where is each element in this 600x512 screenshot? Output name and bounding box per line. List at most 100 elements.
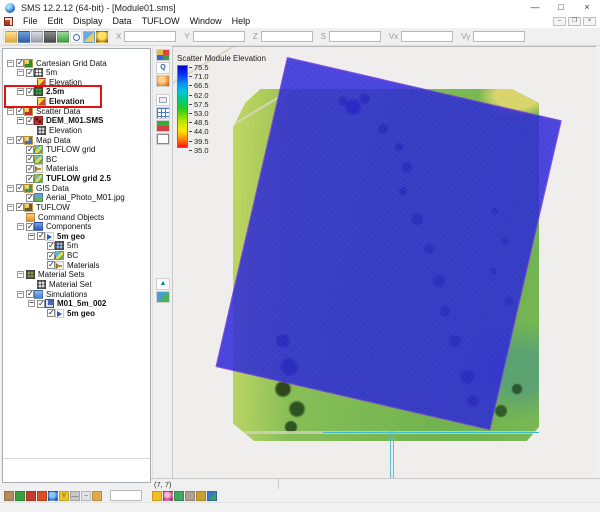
- menu-display[interactable]: Display: [68, 15, 108, 28]
- expander-icon[interactable]: −: [7, 108, 14, 115]
- open-button[interactable]: [5, 31, 17, 43]
- menu-data[interactable]: Data: [108, 15, 137, 28]
- river-module-icon[interactable]: Y: [59, 491, 69, 501]
- expander-icon[interactable]: −: [17, 271, 24, 278]
- tree-item-material-sets[interactable]: −Material Sets: [16, 270, 85, 280]
- frame-button[interactable]: [57, 31, 69, 43]
- checkbox-checked[interactable]: [26, 88, 34, 96]
- status-edit-box[interactable]: [110, 490, 142, 501]
- grid-macro-icon[interactable]: [196, 491, 206, 501]
- contour-options-icon[interactable]: [156, 120, 170, 132]
- mesh-button[interactable]: [83, 31, 95, 43]
- frame-corners-icon[interactable]: [156, 133, 170, 145]
- curvilinear-grid-module-icon[interactable]: [37, 491, 47, 501]
- checkbox-checked[interactable]: [26, 165, 34, 173]
- checkbox-checked[interactable]: [26, 155, 34, 163]
- checkbox-checked[interactable]: [47, 252, 55, 260]
- 1d-grid-module-icon[interactable]: —: [70, 491, 80, 501]
- rotate-tool-icon[interactable]: [156, 75, 170, 87]
- gis-module-icon[interactable]: [92, 491, 102, 501]
- coord-input-s[interactable]: [329, 31, 381, 42]
- tree-item-5m-geo[interactable]: 5m geo: [37, 308, 95, 318]
- cartesian-grid-module-icon[interactable]: [15, 491, 25, 501]
- house-module-icon[interactable]: [4, 491, 14, 501]
- grid-snap-icon[interactable]: [156, 107, 170, 119]
- expander-icon[interactable]: −: [28, 300, 35, 307]
- mdi-close-button[interactable]: ×: [583, 17, 596, 26]
- menu-window[interactable]: Window: [185, 15, 227, 28]
- tile-macro-icon[interactable]: [207, 491, 217, 501]
- lamp-macro-icon[interactable]: [152, 491, 162, 501]
- coord-input-vy[interactable]: [473, 31, 525, 42]
- expander-icon[interactable]: −: [7, 204, 14, 211]
- expander-icon[interactable]: −: [7, 137, 14, 144]
- save-button[interactable]: [18, 31, 30, 43]
- mdi-minimize-button[interactable]: –: [553, 17, 566, 26]
- tree-item-elevation[interactable]: Elevation: [27, 97, 85, 107]
- tree-item-gis-data[interactable]: −GIS Data: [6, 183, 69, 193]
- checkbox-checked[interactable]: [16, 59, 24, 67]
- tree-item-bc[interactable]: BC: [16, 154, 57, 164]
- tree-item-materials[interactable]: Materials: [16, 164, 78, 174]
- coord-input-y[interactable]: [193, 31, 245, 42]
- tree-item-map-data[interactable]: −Map Data: [6, 135, 71, 145]
- print-button[interactable]: [31, 31, 43, 43]
- checkbox-checked[interactable]: [26, 146, 34, 154]
- particle-module-icon[interactable]: ~: [81, 491, 91, 501]
- tree-item-material-set[interactable]: Material Set: [27, 279, 92, 289]
- checkbox-checked[interactable]: [16, 136, 24, 144]
- project-explorer[interactable]: −Cartesian Grid Data−5mElevation−2.5mEle…: [2, 48, 151, 483]
- tree-item-scatter-data[interactable]: −Scatter Data: [6, 106, 80, 116]
- checkbox-checked[interactable]: [16, 184, 24, 192]
- checkbox-checked[interactable]: [37, 300, 45, 308]
- menu-tuflow[interactable]: TUFLOW: [137, 15, 185, 28]
- checkbox-checked[interactable]: [26, 69, 34, 77]
- graphics-canvas[interactable]: Scatter Module Elevation 75.571.066.562.…: [172, 46, 596, 478]
- tree-item-bc[interactable]: BC: [37, 251, 78, 261]
- expander-icon[interactable]: −: [17, 117, 24, 124]
- tree-item-command-objects[interactable]: Command Objects: [16, 212, 104, 222]
- tree-item-2-5m[interactable]: −2.5m: [16, 87, 64, 97]
- checkbox-checked[interactable]: [37, 232, 45, 240]
- tree-item-5m[interactable]: −5m: [16, 68, 57, 78]
- menu-help[interactable]: Help: [227, 15, 256, 28]
- expander-icon[interactable]: −: [7, 185, 14, 192]
- checkbox-checked[interactable]: [26, 290, 34, 298]
- scatter-module-icon[interactable]: [26, 491, 36, 501]
- expander-icon[interactable]: −: [17, 223, 24, 230]
- close-button[interactable]: ×: [574, 0, 600, 15]
- expander-icon[interactable]: −: [28, 233, 35, 240]
- tree-item-m01-5m-002[interactable]: −M01_5m_002: [27, 299, 106, 309]
- checkbox-checked[interactable]: [26, 117, 34, 125]
- mdi-restore-button[interactable]: ❐: [568, 17, 581, 26]
- tree-item-5m[interactable]: 5m: [37, 241, 78, 251]
- menu-edit[interactable]: Edit: [43, 15, 69, 28]
- tree-item-elevation[interactable]: Elevation: [27, 77, 82, 87]
- tree-item-tuflow-grid-2-5[interactable]: TUFLOW grid 2.5: [16, 174, 111, 184]
- plot-up-icon[interactable]: ▲: [156, 278, 170, 290]
- coord-input-vx[interactable]: [401, 31, 453, 42]
- checkbox-checked[interactable]: [16, 203, 24, 211]
- coord-input-x[interactable]: [124, 31, 176, 42]
- checkbox-checked[interactable]: [47, 242, 55, 250]
- tree-item-dem-m01-sms[interactable]: −DEM_M01.SMS: [16, 116, 103, 126]
- sphere-macro-icon[interactable]: [163, 491, 173, 501]
- maximize-button[interactable]: □: [548, 0, 574, 15]
- minimize-button[interactable]: —: [522, 0, 548, 15]
- coord-input-z[interactable]: [261, 31, 313, 42]
- expander-icon[interactable]: −: [17, 69, 24, 76]
- window-macro-icon[interactable]: [185, 491, 195, 501]
- checkbox-checked[interactable]: [47, 261, 55, 269]
- checkbox-checked[interactable]: [16, 107, 24, 115]
- display-options-icon[interactable]: [156, 49, 170, 61]
- checkbox-checked[interactable]: [26, 175, 34, 183]
- checkbox-checked[interactable]: [26, 194, 34, 202]
- expander-icon[interactable]: −: [17, 88, 24, 95]
- zoom-tool-icon[interactable]: Q: [156, 62, 170, 74]
- tree-item-materials[interactable]: Materials: [37, 260, 99, 270]
- map-module-icon[interactable]: [48, 491, 58, 501]
- stack-macro-icon[interactable]: [174, 491, 184, 501]
- tree-item-5m-geo[interactable]: −5m geo: [27, 231, 85, 241]
- expander-icon[interactable]: −: [7, 60, 14, 67]
- tree-item-simulations[interactable]: −Simulations: [16, 289, 87, 299]
